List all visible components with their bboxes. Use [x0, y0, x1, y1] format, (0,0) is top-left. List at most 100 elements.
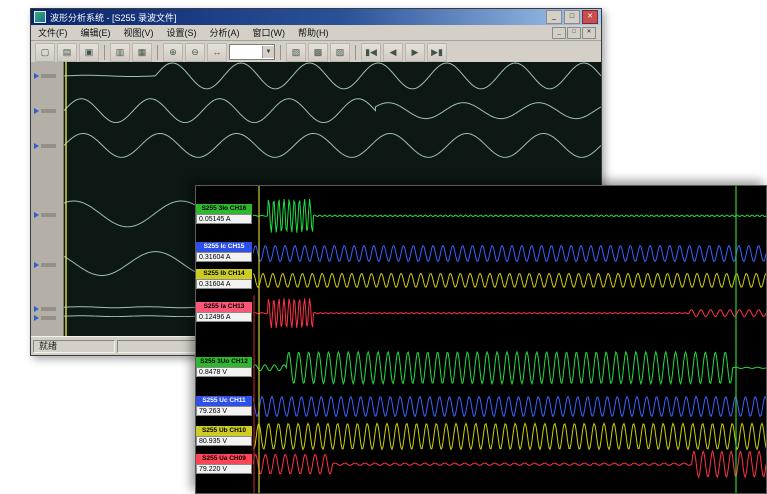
- print-icon[interactable]: ▥: [110, 43, 130, 62]
- channel-name[interactable]: S255 Ib CH14: [196, 269, 252, 279]
- channel-arrow-icon: [34, 73, 39, 79]
- channel-mini-label: [41, 74, 56, 78]
- channel-value: 0.8478 V: [196, 367, 252, 377]
- channel-label-block: S255 Ub CH1080.935 V: [196, 426, 252, 446]
- channel-name[interactable]: S255 3Uo CH12: [196, 357, 252, 367]
- channel-label-block: S255 Uc CH1179.263 V: [196, 396, 252, 416]
- menu-item[interactable]: 视图(V): [122, 26, 156, 39]
- front-waveform-s255-ic-ch15: [253, 246, 766, 262]
- channel-arrow-icon: [34, 306, 39, 312]
- menu-item[interactable]: 编辑(E): [79, 26, 113, 39]
- menu-item[interactable]: 窗口(W): [251, 26, 288, 39]
- menu-item[interactable]: 设置(S): [165, 26, 199, 39]
- channel-arrow-icon: [34, 315, 39, 321]
- menu-item[interactable]: 帮助(H): [296, 26, 331, 39]
- front-waveform-svg: [253, 186, 766, 493]
- channel-label-column: S255 3Io CH160.05145 AS255 Ic CH150.3160…: [196, 186, 253, 493]
- menu-item[interactable]: 文件(F): [36, 26, 70, 39]
- mdi-close-button[interactable]: ✕: [582, 27, 596, 39]
- window-controls: _□✕: [546, 10, 598, 24]
- new-file-icon[interactable]: ▢: [35, 43, 55, 62]
- channel-value: 80.935 V: [196, 436, 252, 446]
- channel-arrow-icon: [34, 262, 39, 268]
- toolbar-separator: [355, 45, 356, 60]
- channel-name[interactable]: S255 3Io CH16: [196, 204, 252, 214]
- toolbar-separator: [157, 45, 158, 60]
- zoomed-waveform-window: S255 3Io CH160.05145 AS255 Ic CH150.3160…: [195, 185, 767, 494]
- channel-label-block: S255 3Io CH160.05145 A: [196, 204, 252, 224]
- settings-icon[interactable]: ▨: [330, 43, 350, 62]
- front-waveform-s255-ua-ch09: [253, 451, 766, 477]
- channel-value: 0.12496 A: [196, 312, 252, 322]
- chevron-down-icon[interactable]: ▼: [262, 46, 274, 58]
- channel-mini-label: [41, 263, 56, 267]
- channel-name[interactable]: S255 Uc CH11: [196, 396, 252, 406]
- channel-marker-7[interactable]: [34, 315, 56, 321]
- step-back-icon[interactable]: ◀: [383, 43, 403, 62]
- channel-mini-label: [41, 316, 56, 320]
- channel-name[interactable]: S255 Ia CH13: [196, 302, 252, 312]
- channel-name[interactable]: S255 Ub CH10: [196, 426, 252, 436]
- back-waveform-channel-1: [64, 63, 601, 89]
- menubar-items: 文件(F) 编辑(E) 视图(V) 设置(S) 分析(A) 窗口(W) 帮助(H): [36, 26, 331, 39]
- go-last-icon[interactable]: ▶▮: [427, 43, 447, 62]
- back-waveform-channel-3: [64, 133, 601, 157]
- menubar: 文件(F) 编辑(E) 视图(V) 设置(S) 分析(A) 窗口(W) 帮助(H) _□✕: [31, 25, 601, 41]
- channel-arrow-icon: [34, 143, 39, 149]
- channel-label-block: S255 Ib CH140.31604 A: [196, 269, 252, 289]
- zoom-out-icon[interactable]: ⊖: [185, 43, 205, 62]
- channel-marker-3[interactable]: [34, 143, 56, 149]
- channel-label-block: S255 Ua CH0979.220 V: [196, 454, 252, 474]
- toolbar-separator: [280, 45, 281, 60]
- front-waveform-plot[interactable]: [253, 186, 766, 493]
- desktop: 波形分析系统 - [S255 录波文件] _□✕ 文件(F) 编辑(E) 视图(V)…: [0, 0, 767, 494]
- close-button[interactable]: ✕: [582, 10, 598, 24]
- channel-marker-4[interactable]: [34, 212, 56, 218]
- copy-icon[interactable]: ▦: [132, 43, 152, 62]
- toolbar-separator: [104, 45, 105, 60]
- back-waveform-channel-2: [64, 99, 601, 123]
- back-titlebar[interactable]: 波形分析系统 - [S255 录波文件] _□✕: [31, 9, 601, 25]
- channel-marker-6[interactable]: [34, 306, 56, 312]
- channel-value: 0.31604 A: [196, 279, 252, 289]
- toolbar: ▢▤▣ ▥▦ ⊕⊖↔ ▼ ▧▩▨ ▮◀◀▶▶▮: [31, 41, 601, 64]
- channel-arrow-icon: [34, 108, 39, 114]
- channel-value: 0.05145 A: [196, 214, 252, 224]
- channel-marker-2[interactable]: [34, 108, 56, 114]
- scale-combo[interactable]: ▼: [229, 44, 275, 60]
- channel-label-block: S255 Ic CH150.31604 A: [196, 242, 252, 262]
- save-icon[interactable]: ▣: [79, 43, 99, 62]
- mdi-minimize-button[interactable]: _: [552, 27, 566, 39]
- front-waveform-s255-ib-ch14: [253, 273, 766, 287]
- maximize-button[interactable]: □: [564, 10, 580, 24]
- minimize-button[interactable]: _: [546, 10, 562, 24]
- channel-name[interactable]: S255 Ic CH15: [196, 242, 252, 252]
- channel-mini-label: [41, 109, 56, 113]
- channel-mini-label: [41, 144, 56, 148]
- mdi-window-controls: _□✕: [552, 27, 596, 39]
- channel-marker-1[interactable]: [34, 73, 56, 79]
- menu-item[interactable]: 分析(A): [208, 26, 242, 39]
- channel-mini-label: [41, 213, 56, 217]
- waveform-view-icon[interactable]: ▧: [286, 43, 306, 62]
- front-waveform-s255-uc-ch11: [253, 397, 766, 417]
- front-waveform-s255-3uo-ch12: [253, 352, 766, 384]
- channel-name[interactable]: S255 Ua CH09: [196, 454, 252, 464]
- front-waveform-s255-ia-ch13: [253, 298, 766, 328]
- status-cell-0: 就绪: [33, 340, 115, 353]
- channel-mini-label: [41, 307, 56, 311]
- go-first-icon[interactable]: ▮◀: [361, 43, 381, 62]
- channel-marker-5[interactable]: [34, 262, 56, 268]
- front-waveform-s255-ub-ch10: [253, 423, 766, 449]
- mdi-maximize-button[interactable]: □: [567, 27, 581, 39]
- channel-value: 79.220 V: [196, 464, 252, 474]
- channel-value: 0.31604 A: [196, 252, 252, 262]
- channel-arrow-icon: [34, 212, 39, 218]
- step-forward-icon[interactable]: ▶: [405, 43, 425, 62]
- zoom-in-icon[interactable]: ⊕: [163, 43, 183, 62]
- channel-label-block: S255 3Uo CH120.8478 V: [196, 357, 252, 377]
- open-file-icon[interactable]: ▤: [57, 43, 77, 62]
- report-view-icon[interactable]: ▩: [308, 43, 328, 62]
- zoom-fit-icon[interactable]: ↔: [207, 43, 227, 62]
- channel-sidebar: [31, 62, 64, 339]
